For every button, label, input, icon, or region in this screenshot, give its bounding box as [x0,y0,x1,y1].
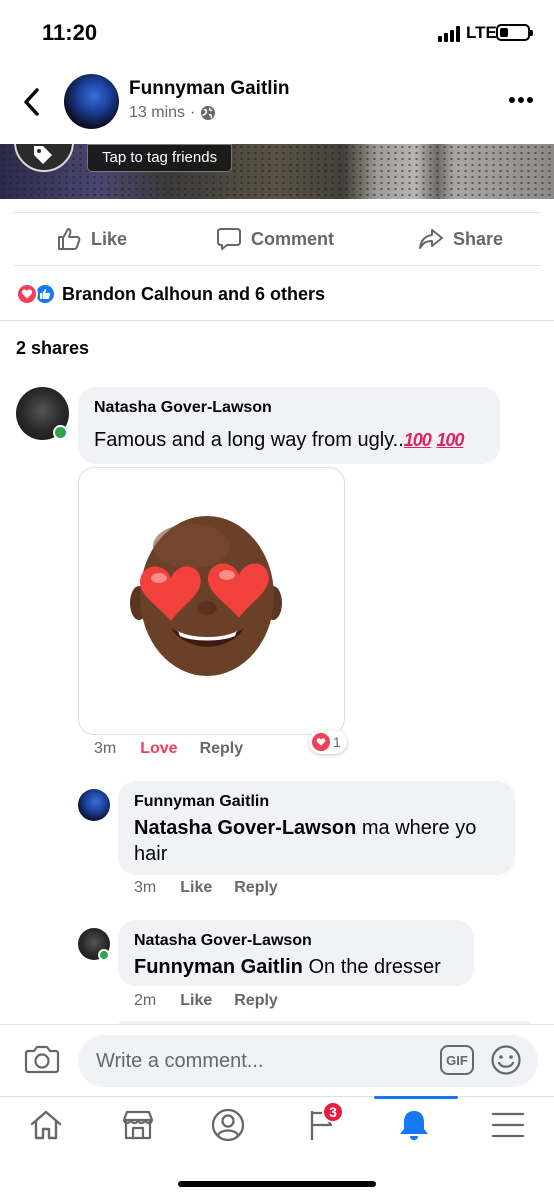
hundred-points-icon: 100 [403,430,432,450]
comment-label: Comment [251,228,335,249]
reply-mention[interactable]: Natasha Gover-Lawson [134,817,356,839]
comment-text-body: Famous and a long way from ugly.. [94,429,404,451]
love-reaction-icon [16,283,38,305]
tag-friends-button[interactable] [14,144,74,172]
reply-meta: 2m Like Reply [134,992,278,1010]
battery-icon [496,24,533,41]
like-button[interactable]: Like [180,879,212,897]
like-button[interactable]: Like [56,226,127,252]
reply-button[interactable]: Reply [234,879,278,897]
love-reaction-icon [312,733,330,751]
globe-icon [201,106,216,120]
like-label: Like [91,228,128,249]
reply-button[interactable]: Reply [200,740,244,758]
reply-bubble[interactable]: Funnyman Gaitlin Natasha Gover-Lawson ma… [118,781,515,875]
notification-badge: 3 [322,1101,344,1123]
reaction-summary-text: Brandon Calhoun and 6 others [62,283,326,304]
comment-meta: 3m Love Reply [94,740,243,758]
tag-icon [34,146,52,164]
tab-bar: 3 [0,1096,554,1200]
post-time: 13 mins [129,104,186,121]
love-button[interactable]: Love [140,740,177,758]
action-bar: Like Comment Share [14,212,540,266]
reply-avatar[interactable] [78,789,110,821]
like-button[interactable]: Like [180,992,212,1010]
network-label: LTE [466,23,497,42]
tag-tooltip[interactable]: Tap to tag friends [87,144,233,172]
gif-icon[interactable]: GIF [440,1045,474,1075]
tab-home[interactable] [28,1107,68,1147]
share-label: Share [453,228,504,249]
reaction-summary[interactable]: Brandon Calhoun and 6 others [16,283,325,305]
chevron-left-icon[interactable] [20,86,44,118]
memoji-sticker[interactable] [78,467,345,735]
camera-icon[interactable] [24,1043,60,1075]
share-button[interactable]: Share [418,226,503,252]
reply-text: Natasha Gover-Lawson ma where yo [134,817,476,840]
home-icon [30,1110,62,1140]
reply-author[interactable]: Funnyman Gaitlin [134,793,269,811]
reply-time: 2m [134,992,157,1009]
meta-separator: · [190,104,196,121]
comment-bubble[interactable]: Natasha Gover-Lawson Famous and a long w… [78,387,500,464]
signal-icon [438,26,464,42]
tab-marketplace[interactable] [120,1107,160,1147]
reply-bubble[interactable]: Natasha Gover-Lawson Funnyman Gaitlin On… [118,920,474,986]
marketplace-icon [122,1110,154,1140]
tab-menu[interactable] [490,1107,530,1147]
comment-icon [217,228,241,250]
notifications-icon [400,1111,428,1140]
menu-icon [491,1112,525,1138]
post-meta: 13 mins · [129,104,216,122]
reply-text-body: ma where yo [356,817,477,839]
share-icon [419,229,443,249]
comment-time: 3m [94,740,117,757]
tab-pages[interactable]: 3 [304,1101,344,1147]
tab-profile[interactable] [210,1107,250,1147]
comment-author[interactable]: Natasha Gover-Lawson [94,399,272,417]
hundred-points-icon: 100 [436,430,464,450]
home-indicator [178,1181,376,1187]
smile-icon[interactable] [490,1044,522,1076]
reply-text-line2: hair [134,843,168,865]
post-photo[interactable]: Tap to tag friends [0,144,554,199]
reply-text: Funnyman Gaitlin On the dresser [134,956,441,979]
reply-text-body: On the dresser [302,956,441,978]
reply-mention[interactable]: Funnyman Gaitlin [134,956,303,978]
divider [0,320,554,321]
status-bar: 11:20 LTE [0,0,554,64]
active-tab-indicator [374,1096,458,1099]
online-indicator [53,425,68,440]
status-time: 11:20 [42,20,98,45]
post-header: Funnyman Gaitlin 13 mins · [0,64,554,144]
author-name[interactable]: Funnyman Gaitlin [129,78,289,100]
reply-author[interactable]: Natasha Gover-Lawson [134,932,312,950]
profile-icon [211,1108,245,1142]
reaction-count: 1 [333,734,341,750]
comment-reaction-badge[interactable]: 1 [309,730,347,754]
thumbs-up-icon [58,228,81,250]
tab-notifications[interactable] [396,1107,436,1147]
online-indicator [98,949,110,961]
comment-composer: GIF [0,1024,554,1096]
author-avatar[interactable] [64,74,119,129]
reply-time: 3m [134,879,157,896]
comment-text: Famous and a long way from ugly..100 100 [94,429,464,452]
memoji-heart-eyes-icon [130,516,282,676]
reply-button[interactable]: Reply [234,992,278,1010]
more-dots-icon[interactable] [508,96,534,104]
comment-button[interactable]: Comment [216,226,334,252]
shares-count[interactable]: 2 shares [16,338,89,359]
reply-meta: 3m Like Reply [134,879,278,897]
